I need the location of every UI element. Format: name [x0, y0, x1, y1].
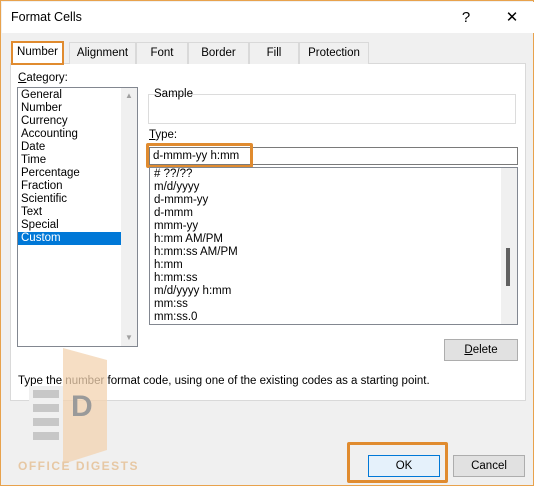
type-format-list[interactable]: # ??/?? m/d/yyyy d-mmm-yy d-mmm mmm-yy h:mm A…: [149, 167, 518, 325]
type-format-item[interactable]: d-mmm: [150, 207, 238, 220]
category-item-percentage[interactable]: Percentage: [18, 167, 121, 180]
type-format-item[interactable]: mmm-yy: [150, 220, 238, 233]
help-button[interactable]: ?: [454, 7, 478, 29]
ok-button-highlight: [347, 442, 448, 483]
category-label: Category:: [18, 72, 68, 84]
tab-protection[interactable]: Protection: [299, 42, 369, 64]
type-format-item[interactable]: d-mmm-yy: [150, 194, 238, 207]
type-format-item[interactable]: h:mm AM/PM: [150, 233, 238, 246]
tab-font[interactable]: Font: [136, 42, 188, 64]
category-item-accounting[interactable]: Accounting: [18, 128, 121, 141]
type-label: Type:: [149, 129, 178, 141]
category-item-general[interactable]: General: [18, 89, 121, 102]
type-format-item[interactable]: h:mm: [150, 259, 238, 272]
delete-button[interactable]: Delete: [444, 339, 518, 361]
category-item-special[interactable]: Special: [18, 219, 121, 232]
scroll-thumb[interactable]: [506, 248, 510, 286]
watermark-text: OFFICE DIGESTS: [18, 459, 140, 473]
category-scrollbar[interactable]: ▲ ▼: [121, 88, 137, 346]
office-digests-logo: D: [29, 348, 107, 464]
close-button[interactable]: ✕: [498, 7, 526, 29]
sample-label: Sample: [154, 88, 193, 100]
sample-box: [148, 94, 516, 124]
category-item-text[interactable]: Text: [18, 206, 121, 219]
category-item-time[interactable]: Time: [18, 154, 121, 167]
tab-border[interactable]: Border: [188, 42, 249, 64]
type-input-highlight: [146, 143, 253, 168]
scroll-down-icon[interactable]: ▼: [121, 330, 137, 346]
tab-alignment[interactable]: Alignment: [69, 42, 136, 64]
category-item-custom[interactable]: Custom: [18, 232, 121, 245]
category-item-date[interactable]: Date: [18, 141, 121, 154]
type-format-item[interactable]: mm:ss.0: [150, 311, 238, 324]
category-list[interactable]: General Number Currency Accounting Date Time P…: [17, 87, 138, 347]
type-format-item[interactable]: h:mm:ss: [150, 272, 238, 285]
tab-fill[interactable]: Fill: [249, 42, 299, 64]
type-format-item[interactable]: m/d/yyyy: [150, 181, 238, 194]
category-item-currency[interactable]: Currency: [18, 115, 121, 128]
category-item-scientific[interactable]: Scientific: [18, 193, 121, 206]
type-format-item[interactable]: mm:ss: [150, 298, 238, 311]
dialog-title: Format Cells: [11, 10, 82, 24]
logo-mark: D: [71, 390, 93, 423]
category-item-number[interactable]: Number: [18, 102, 121, 115]
type-format-item[interactable]: h:mm:ss AM/PM: [150, 246, 238, 259]
type-list-scrollbar[interactable]: [501, 168, 517, 324]
format-cells-dialog: Format Cells ? ✕ Number Alignment Font B…: [0, 0, 534, 486]
title-bar[interactable]: Format Cells ? ✕: [2, 2, 534, 33]
type-format-item[interactable]: m/d/yyyy h:mm: [150, 285, 238, 298]
scroll-up-icon[interactable]: ▲: [121, 88, 137, 104]
category-item-fraction[interactable]: Fraction: [18, 180, 121, 193]
cancel-button[interactable]: Cancel: [453, 455, 525, 477]
type-format-item[interactable]: # ??/??: [150, 168, 238, 181]
tab-number[interactable]: Number: [11, 41, 64, 65]
